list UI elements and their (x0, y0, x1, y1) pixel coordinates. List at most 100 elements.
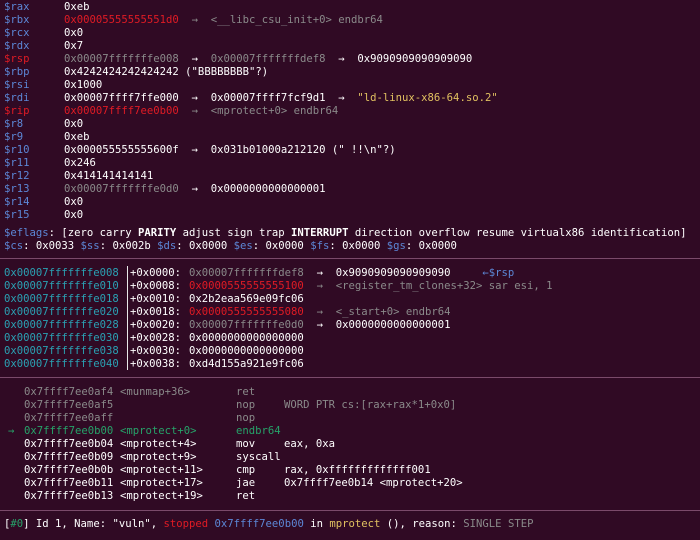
instruction-mnemonic: nop (236, 412, 256, 424)
instruction-address: 0x7ffff7ee0b11 (24, 477, 114, 489)
register-value-part: 0xeb (64, 1, 90, 13)
stack-address: 0x00007fffffffe020 (4, 306, 119, 318)
register-value-part: 0x0 (64, 118, 84, 130)
instruction-symbol: <munmap+36> (120, 386, 191, 398)
register-value: 0x000055555555600f → 0x031b01000a212120 … (64, 144, 396, 157)
instruction-symbol: <mprotect+4> (120, 438, 197, 450)
stack-offset: +0x0028: (130, 332, 188, 344)
instruction-mnemonic: cmp (236, 464, 256, 476)
register-value: 0x414141414141 (64, 170, 153, 183)
stack-value-part: ←$rsp (450, 267, 515, 279)
instruction-operands: WORD PTR cs:[rax+rax*1+0x0] (284, 399, 457, 411)
register-name: $rip (4, 105, 30, 117)
stack-value: 0x0000000000000000 (189, 345, 304, 358)
stack-value-part: 0x2b2eaa569e09fc06 (189, 293, 304, 305)
segment-part: $ds (157, 240, 177, 252)
eflags-part: adjust sign trap (176, 227, 292, 239)
register-value: 0x00005555555551d0 → <__libc_csu_init+0>… (64, 14, 383, 27)
eflags-line: $eflags: [zero carry PARITY adjust sign … (4, 227, 687, 240)
segment-registers-line: $cs: 0x0033 $ss: 0x002b $ds: 0x0000 $es:… (4, 240, 457, 253)
stack-value-part: 0x0000000000000000 (189, 345, 304, 357)
register-value-part: 0x00005555555551d0 (64, 14, 179, 26)
register-value: 0x00007ffff7ffe000 → 0x00007ffff7fcf9d1 … (64, 92, 498, 105)
gdb-terminal[interactable]: $rax 0xeb $rbx 0x00005555555551d0 → <__libc… (0, 0, 700, 540)
register-name: $r10 (4, 144, 30, 156)
stack-value: 0x0000000000000000 (189, 332, 304, 345)
stack-value-part: 0x00007fffffffe0d0 (189, 319, 304, 331)
instruction-mnemonic: syscall (236, 451, 281, 463)
instruction-address: 0x7ffff7ee0b09 (24, 451, 114, 463)
instruction-address: 0x7ffff7ee0af5 (24, 399, 114, 411)
register-value-part: → 0x9090909090909090 (325, 53, 473, 65)
register-value-part: 0x4242424242424242 ("BBBBBBBB"?) (64, 66, 269, 78)
register-value-part: → (178, 53, 211, 65)
thread-part: in (303, 518, 330, 530)
register-value-part: 0x000055555555600f → 0x031b01000a212120 … (64, 144, 396, 156)
stack-value-part: 0x0000000000000000 (189, 332, 304, 344)
register-value-part: → 0x0000000000000001 (178, 183, 326, 195)
stack-value-part: → <_start+0> endbr64 (303, 306, 451, 318)
segment-part: $cs (4, 240, 24, 252)
register-value-part: 0x00007ffff7ee0b00 (64, 105, 179, 117)
stack-address: 0x00007fffffffe008 (4, 267, 119, 279)
register-name: $rdx (4, 40, 30, 52)
stack-value-part: → 0x0000000000000001 (303, 319, 451, 331)
code-divider (0, 377, 700, 378)
register-value: 0x0 (64, 196, 83, 209)
register-value: 0x00007fffffffe0d0 → 0x0000000000000001 (64, 183, 326, 196)
register-value-part: 0x00007fffffffe0d0 (64, 183, 179, 195)
segment-part: : 0x0000 (329, 240, 387, 252)
segment-part: : 0x0033 (23, 240, 81, 252)
stack-offset: +0x0010: (130, 293, 188, 305)
register-value-part: → <mprotect+0> endbr64 (178, 105, 339, 117)
register-value-part: → <__libc_csu_init+0> endbr64 (178, 14, 383, 26)
register-name: $r12 (4, 170, 30, 182)
register-value-part: "ld-linux-x86-64.so.2" (357, 92, 498, 104)
register-value-part: 0x00007fffffffe008 (64, 53, 179, 65)
register-value-part: 0x7 (64, 40, 84, 52)
stack-address: 0x00007fffffffe040 (4, 358, 119, 370)
segment-part: : 0x002b (99, 240, 158, 252)
stack-address: 0x00007fffffffe010 (4, 280, 119, 292)
instruction-symbol: <mprotect+17> (120, 477, 203, 489)
register-value: 0x4242424242424242 ("BBBBBBBB"?) (64, 66, 268, 79)
register-value-part: 0x1000 (64, 79, 103, 91)
stack-value-part: → <register_tm_clones+32> sar esi, 1 (303, 280, 553, 292)
eflags-part: direction overflow resume virtualx86 ide… (348, 227, 687, 239)
stack-address: 0x00007fffffffe038 (4, 345, 119, 357)
register-value-part: 0x00007ffff7ffe000 → 0x00007ffff7fcf9d1 … (64, 92, 358, 104)
eflags-part: PARITY (137, 227, 177, 239)
stack-address: 0x00007fffffffe028 (4, 319, 119, 331)
thread-part: (), reason: (380, 518, 464, 530)
eflags-part: : [zero carry (48, 227, 138, 239)
instruction-mnemonic: ret (236, 490, 256, 502)
register-value-part: 0x0 (64, 196, 84, 208)
stack-value-part: 0x00007fffffffdef8 (189, 267, 304, 279)
register-value: 0x0 (64, 27, 83, 40)
instruction-address: 0x7ffff7ee0af4 (24, 386, 114, 398)
register-value: 0x0 (64, 118, 83, 131)
register-value: 0x7 (64, 40, 83, 53)
register-value: 0x00007ffff7ee0b00 → <mprotect+0> endbr6… (64, 105, 338, 118)
segment-part: $es (233, 240, 253, 252)
instruction-mnemonic: ret (236, 386, 256, 398)
instruction-mnemonic: nop (236, 399, 256, 411)
stack-offset: +0x0000: (130, 267, 188, 279)
register-name: $rdi (4, 92, 30, 104)
stack-value: 0xd4d155a921e9fc06 (189, 358, 304, 371)
thread-status-line: [#0] Id 1, Name: "vuln", stopped 0x7ffff… (4, 518, 533, 531)
eflags-part: $eflags (4, 227, 49, 239)
instruction-address: 0x7ffff7ee0b04 (24, 438, 114, 450)
stack-offset: +0x0018: (130, 306, 188, 318)
stack-divider-vertical (127, 266, 128, 370)
segment-part: $fs (310, 240, 330, 252)
eflags-part: INTERRUPT (291, 227, 349, 239)
register-name: $r15 (4, 209, 30, 221)
stack-offset: +0x0038: (130, 358, 188, 370)
stack-value: 0x2b2eaa569e09fc06 (189, 293, 304, 306)
thread-part: stopped (163, 518, 209, 530)
register-value: 0x0 (64, 209, 83, 222)
instruction-symbol: <mprotect+11> (120, 464, 203, 476)
current-instruction-arrow-icon: → (8, 425, 15, 437)
instruction-operands: 0x7ffff7ee0b14 <mprotect+20> (284, 477, 463, 489)
